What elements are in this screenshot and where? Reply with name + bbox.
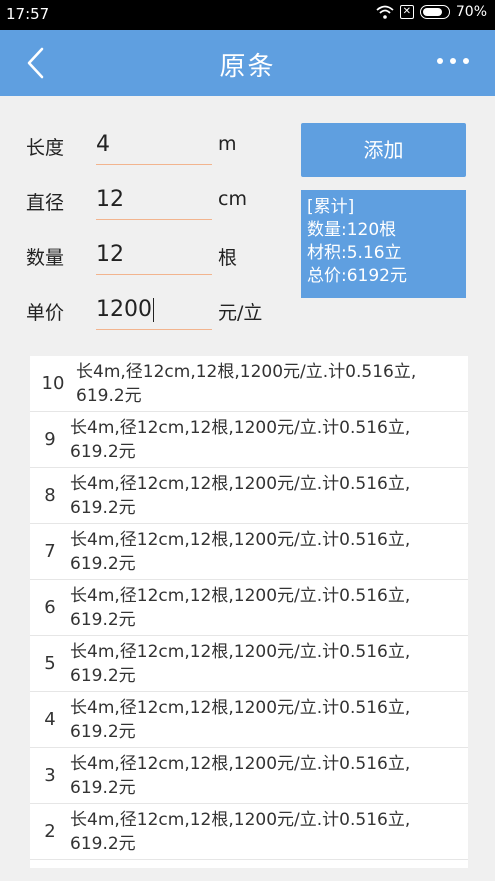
status-bar: 17:57 ✕ 70% (0, 0, 495, 30)
list-item[interactable]: 10 长4m,径12cm,12根,1200元/立.计0.516立, 619.2元 (30, 356, 468, 412)
price-input[interactable]: 1200 (96, 292, 212, 330)
diameter-input[interactable]: 12 (96, 182, 212, 220)
count-row: 数量 12 根 (0, 237, 300, 277)
record-text: 长4m,径12cm,12根,1200元/立.计0.516立, 619.2元 (70, 529, 411, 574)
record-text: 长4m,径12cm,12根,1200元/立.计0.516立, 619.2元 (70, 417, 411, 462)
count-label: 数量 (26, 247, 65, 269)
price-label: 单价 (26, 302, 65, 324)
list-item[interactable]: 9 长4m,径12cm,12根,1200元/立.计0.516立, 619.2元 (30, 412, 468, 468)
list-item[interactable]: 2 长4m,径12cm,12根,1200元/立.计0.516立, 619.2元 (30, 804, 468, 860)
status-time: 17:57 (6, 5, 50, 23)
wifi-icon (376, 5, 394, 19)
list-item[interactable]: 7 长4m,径12cm,12根,1200元/立.计0.516立, 619.2元 (30, 524, 468, 580)
length-label: 长度 (26, 137, 65, 159)
more-options-icon[interactable] (437, 58, 469, 64)
count-input[interactable]: 12 (96, 237, 212, 275)
text-cursor (153, 298, 154, 322)
price-row: 单价 1200 元/立 (0, 292, 300, 332)
status-indicators: ✕ 70% (376, 4, 487, 20)
battery-percent: 70% (455, 4, 487, 20)
length-unit: m (218, 133, 237, 155)
summary-header: [累计] (307, 197, 355, 217)
record-index: 3 (44, 765, 56, 786)
length-input[interactable]: 4 (96, 127, 212, 165)
list-item[interactable]: 8 长4m,径12cm,12根,1200元/立.计0.516立, 619.2元 (30, 468, 468, 524)
list-item[interactable]: 6 长4m,径12cm,12根,1200元/立.计0.516立, 619.2元 (30, 580, 468, 636)
count-unit: 根 (218, 247, 238, 269)
length-row: 长度 4 m (0, 127, 300, 167)
add-button[interactable]: 添加 (301, 123, 466, 177)
summary-volume: 材积:5.16立 (307, 243, 402, 263)
record-text: 长4m,径12cm,12根,1200元/立.计0.516立, 619.2元 (70, 585, 411, 630)
record-text: 长4m,径12cm,12根,1200元/立.计0.516立, 619.2元 (70, 473, 411, 518)
record-text: 长4m,径12cm,12根,1200元/立.计0.516立, 619.2元 (76, 361, 417, 406)
record-text: 长4m,径12cm,12根,1200元/立.计0.516立, 619.2元 (70, 809, 411, 854)
summary-box: [累计] 数量:120根 材积:5.16立 总价:6192元 (301, 190, 466, 298)
diameter-label: 直径 (26, 192, 65, 214)
price-unit: 元/立 (218, 302, 263, 324)
record-index: 10 (41, 373, 65, 394)
list-item[interactable]: 5 长4m,径12cm,12根,1200元/立.计0.516立, 619.2元 (30, 636, 468, 692)
page-title: 原条 (219, 52, 276, 82)
record-index: 6 (44, 597, 56, 618)
record-text: 长4m,径12cm,12根,1200元/立.计0.516立, 619.2元 (70, 753, 411, 798)
price-value: 1200 (96, 297, 152, 322)
no-sim-icon: ✕ (399, 5, 414, 19)
record-index: 8 (44, 485, 56, 506)
summary-total: 总价:6192元 (307, 266, 407, 286)
summary-quantity: 数量:120根 (307, 220, 397, 240)
record-list[interactable]: 10 长4m,径12cm,12根,1200元/立.计0.516立, 619.2元… (30, 356, 468, 868)
record-text: 长4m,径12cm,12根,1200元/立.计0.516立, 619.2元 (70, 641, 411, 686)
record-index: 9 (44, 429, 56, 450)
record-index: 7 (44, 541, 56, 562)
diameter-unit: cm (218, 188, 247, 210)
list-item[interactable]: 3 长4m,径12cm,12根,1200元/立.计0.516立, 619.2元 (30, 748, 468, 804)
battery-icon (419, 5, 450, 19)
record-index: 2 (44, 821, 56, 842)
record-index: 4 (44, 709, 56, 730)
diameter-row: 直径 12 cm (0, 182, 300, 222)
record-index: 5 (44, 653, 56, 674)
record-text: 长4m,径12cm,12根,1200元/立.计0.516立, 619.2元 (70, 697, 411, 742)
app-bar: 原条 (0, 30, 495, 96)
list-item[interactable]: 4 长4m,径12cm,12根,1200元/立.计0.516立, 619.2元 (30, 692, 468, 748)
